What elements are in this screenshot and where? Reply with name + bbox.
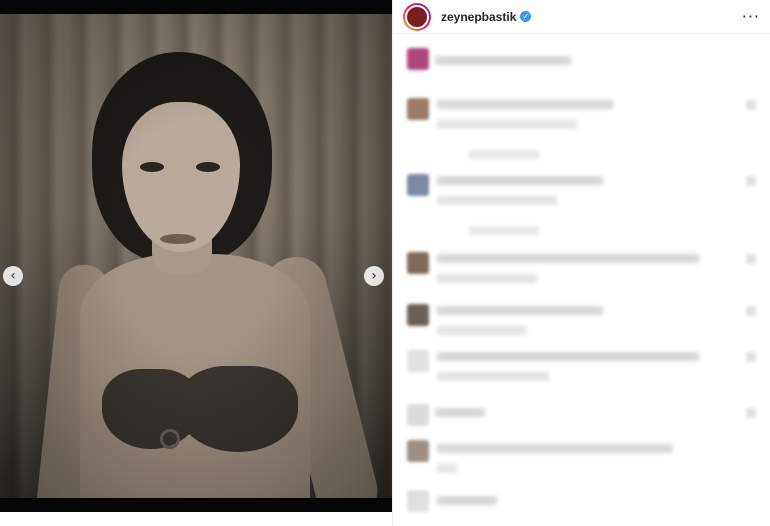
blurred-comment bbox=[407, 404, 756, 444]
blurred-replies bbox=[469, 150, 539, 159]
avatar-ring[interactable] bbox=[403, 2, 431, 31]
top-bar bbox=[0, 0, 392, 14]
verified-badge-icon: ✓ bbox=[520, 11, 532, 22]
blurred-avatar bbox=[407, 490, 429, 512]
blurred-caption bbox=[407, 48, 756, 88]
media-vignette bbox=[0, 14, 392, 512]
blurred-avatar bbox=[407, 98, 429, 120]
blurred-text bbox=[437, 372, 549, 381]
blurred-text bbox=[435, 408, 485, 417]
blurred-text bbox=[437, 464, 457, 473]
blurred-comment bbox=[407, 98, 756, 138]
blurred-text bbox=[437, 274, 537, 283]
blurred-like-icon bbox=[746, 176, 756, 186]
blurred-text bbox=[437, 444, 673, 453]
post-header: zeynepbastik ✓ ··· bbox=[393, 0, 770, 34]
blurred-text bbox=[437, 326, 527, 335]
blurred-text bbox=[437, 352, 699, 361]
blurred-text bbox=[437, 176, 603, 185]
blurred-text bbox=[437, 496, 497, 505]
blurred-avatar bbox=[407, 304, 429, 326]
blurred-comment bbox=[407, 440, 756, 480]
blurred-text bbox=[437, 306, 603, 315]
blurred-like-icon bbox=[746, 100, 756, 110]
blurred-text bbox=[435, 56, 571, 65]
blurred-comment bbox=[407, 350, 756, 390]
blurred-avatar bbox=[407, 440, 429, 462]
blurred-like-icon bbox=[746, 408, 756, 418]
blurred-text bbox=[437, 254, 699, 263]
post-side-panel: zeynepbastik ✓ ··· bbox=[392, 0, 770, 526]
blurred-text bbox=[437, 120, 577, 129]
more-options-icon[interactable]: ··· bbox=[742, 7, 760, 26]
blurred-like-icon bbox=[746, 306, 756, 316]
blurred-like-icon bbox=[746, 352, 756, 362]
blurred-avatar bbox=[407, 404, 429, 426]
carousel-prev-button[interactable]: ‹ bbox=[3, 266, 23, 286]
blurred-comment bbox=[407, 490, 756, 526]
username[interactable]: zeynepbastik bbox=[441, 10, 516, 24]
blurred-avatar bbox=[407, 48, 429, 70]
blurred-avatar bbox=[407, 252, 429, 274]
blurred-text bbox=[437, 196, 557, 205]
blurred-replies bbox=[469, 226, 539, 235]
blurred-like-icon bbox=[746, 254, 756, 264]
blurred-comment bbox=[407, 252, 756, 292]
blurred-text bbox=[437, 100, 613, 109]
blurred-avatar bbox=[407, 174, 429, 196]
avatar[interactable] bbox=[405, 4, 429, 29]
carousel-next-button[interactable]: › bbox=[364, 266, 384, 286]
blurred-comment bbox=[407, 174, 756, 214]
post-media: ‹ › bbox=[0, 14, 392, 512]
blurred-comment bbox=[407, 304, 756, 344]
media-bottom-bar bbox=[0, 498, 392, 512]
blurred-avatar bbox=[407, 350, 429, 372]
